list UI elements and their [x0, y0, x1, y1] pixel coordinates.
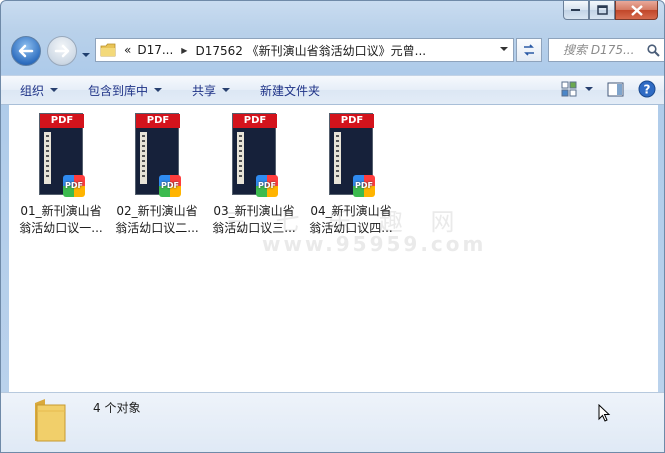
breadcrumb-overflow[interactable]: «: [124, 43, 131, 57]
forward-arrow-icon: [54, 44, 70, 58]
caption-buttons: [563, 1, 658, 20]
chevron-down-icon: [82, 53, 90, 57]
preview-pane-icon[interactable]: [607, 82, 624, 97]
chevron-down-icon: [154, 88, 163, 92]
file-name-line2: 翁活幼口议四...: [309, 221, 393, 235]
pdf-file-icon: PDF PDF: [327, 111, 375, 197]
navigation-row: « D17... ▶ D17562 《新刊演山省翁活幼口议》元曾...: [9, 33, 664, 67]
minimize-button[interactable]: [563, 1, 589, 20]
file-name-line2: 翁活幼口议一...: [19, 221, 103, 235]
search-icon[interactable]: [647, 44, 660, 57]
search-input[interactable]: [563, 43, 658, 57]
refresh-button[interactable]: [516, 38, 542, 62]
close-icon: [630, 4, 643, 16]
svg-text:?: ?: [644, 83, 651, 97]
pdf-file-icon: PDF PDF: [37, 111, 85, 197]
file-list-view[interactable]: 三 七 乐 趣 网 www.95959.com PDF PDF 01_新刊演山省…: [9, 105, 658, 392]
change-view-button[interactable]: [561, 81, 593, 97]
file-item[interactable]: PDF PDF 02_新刊演山省 翁活幼口议二...: [109, 111, 205, 237]
file-name-line1: 03_新刊演山省: [213, 204, 295, 218]
breadcrumb-separator-icon[interactable]: ▶: [181, 46, 187, 55]
share-label: 共享: [192, 83, 217, 98]
maximize-icon: [596, 5, 608, 15]
file-item[interactable]: PDF PDF 01_新刊演山省 翁活幼口议一...: [13, 111, 109, 237]
chevron-down-icon: [585, 87, 593, 91]
new-folder-label: 新建文件夹: [260, 83, 321, 98]
file-name-line1: 01_新刊演山省: [20, 204, 102, 218]
forward-button[interactable]: [47, 36, 77, 66]
share-menu[interactable]: 共享: [192, 82, 231, 99]
mouse-cursor-icon: [598, 404, 611, 422]
back-arrow-icon: [18, 44, 34, 58]
pdf-file-icon: PDF PDF: [133, 111, 181, 197]
search-box[interactable]: [548, 38, 664, 62]
include-in-library-label: 包含到库中: [88, 83, 149, 98]
file-name-line2: 翁活幼口议三...: [212, 221, 296, 235]
file-name-line1: 02_新刊演山省: [116, 204, 198, 218]
include-in-library-menu[interactable]: 包含到库中: [88, 82, 163, 99]
folder-icon: [35, 399, 66, 442]
breadcrumb-current[interactable]: D17562 《新刊演山省翁活幼口议》元曾...: [195, 42, 426, 59]
breadcrumb-parent[interactable]: D17...: [137, 43, 173, 57]
file-name-line1: 04_新刊演山省: [310, 204, 392, 218]
minimize-icon: [571, 9, 580, 11]
file-item[interactable]: PDF PDF 04_新刊演山省 翁活幼口议四...: [303, 111, 399, 237]
recent-pages-button[interactable]: [81, 47, 91, 61]
address-dropdown-icon[interactable]: [499, 46, 509, 52]
details-pane: 4 个对象: [1, 392, 664, 452]
new-folder-button[interactable]: 新建文件夹: [260, 82, 320, 99]
organize-menu[interactable]: 组织: [20, 82, 59, 99]
address-bar[interactable]: « D17... ▶ D17562 《新刊演山省翁活幼口议》元曾...: [95, 38, 514, 62]
close-button[interactable]: [615, 1, 658, 20]
refresh-icon: [524, 44, 534, 56]
file-name-line2: 翁活幼口议二...: [115, 221, 199, 235]
back-button[interactable]: [11, 36, 41, 66]
pdf-file-icon: PDF PDF: [230, 111, 278, 197]
folder-icon: [100, 43, 116, 57]
help-icon[interactable]: ?: [638, 80, 656, 98]
views-icon: [561, 81, 577, 97]
organize-label: 组织: [20, 83, 45, 98]
file-item[interactable]: PDF PDF 03_新刊演山省 翁活幼口议三...: [206, 111, 302, 237]
view-controls: ?: [561, 80, 656, 98]
explorer-window: « D17... ▶ D17562 《新刊演山省翁活幼口议》元曾... 组织 包…: [0, 0, 665, 453]
chevron-down-icon: [222, 88, 231, 92]
chevron-down-icon: [50, 88, 59, 92]
maximize-button[interactable]: [589, 1, 615, 20]
item-count: 4 个对象: [93, 401, 141, 415]
command-bar: 组织 包含到库中 共享 新建文件夹 ?: [1, 75, 664, 105]
